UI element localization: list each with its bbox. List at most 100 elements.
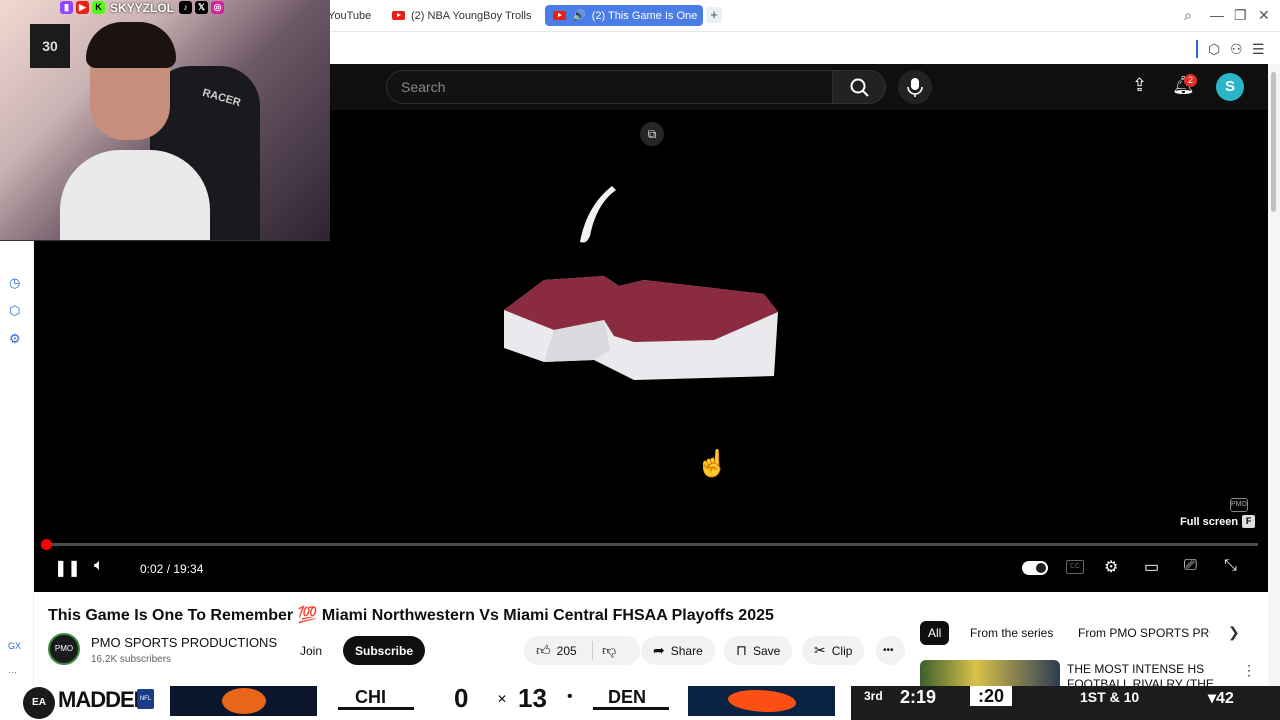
channel-watermark[interactable]: PMO [1230, 498, 1248, 512]
person-icon[interactable]: ⚇ [1230, 41, 1243, 58]
away-team: CHI [355, 687, 386, 707]
recommended-more-icon[interactable]: ⋮ [1242, 662, 1256, 679]
join-button[interactable]: Join [288, 636, 335, 665]
save-button[interactable]: ⊓ Save [724, 636, 793, 665]
tab-label: YouTube [328, 9, 372, 22]
subscribe-button[interactable]: Subscribe [343, 636, 426, 665]
menu-icon[interactable]: ☰ [1252, 41, 1265, 58]
restore-button[interactable]: ❐ [1234, 7, 1247, 24]
twitch-icon: ▮ [60, 1, 73, 14]
streamer-hair [86, 22, 176, 68]
chip-from-the-series[interactable]: From the series [970, 626, 1053, 640]
more-actions-button[interactable]: ••• [876, 636, 905, 665]
like-button[interactable]: 👍︎ 205 👎︎ [524, 636, 640, 665]
fullscreen-icon[interactable]: ⤡ [1224, 557, 1237, 575]
clip-label: Clip [831, 643, 853, 658]
voice-search-button[interactable] [898, 70, 932, 104]
social-handles: ▮ ▶ K SKYYZLOL ♪ 𝕏 ◎ [60, 0, 225, 15]
quarter: 3rd [864, 689, 883, 703]
settings-icon[interactable]: ⚙ [9, 331, 21, 347]
address-bar-divider [1196, 40, 1198, 58]
notification-count-badge: 2 [1184, 74, 1197, 87]
miniplayer-icon[interactable]: ⧉ [640, 122, 664, 146]
minimize-button[interactable]: — [1210, 7, 1224, 23]
home-team: DEN [608, 687, 647, 707]
tab-search-icon[interactable]: ⌕ [1184, 7, 1192, 24]
tab-youtube[interactable]: YouTube [328, 5, 376, 26]
account-avatar[interactable]: S [1216, 73, 1244, 101]
browser-tab-bar: YouTube (2) NBA YoungBoy Trolls 🔊 (2) Th… [328, 0, 1280, 31]
autoplay-toggle[interactable] [1022, 561, 1048, 575]
channel-name[interactable]: PMO SPORTS PRODUCTIONS [91, 635, 277, 650]
scrollbar-thumb[interactable] [1271, 72, 1276, 212]
page-scrollbar[interactable] [1268, 64, 1280, 686]
browser-sidebar: ◷ ⬡ ⚙ GX ··· [0, 241, 34, 686]
streamer-webcam: 30 RACER ▮ ▶ K SKYYZLOL ♪ 𝕏 ◎ [0, 0, 330, 241]
recommended-video-title[interactable]: THE MOST INTENSE HS FOOTBALL RIVALRY (TH… [1067, 662, 1217, 686]
scissors-icon: ✂ [814, 642, 826, 658]
tiktok-icon: ♪ [179, 1, 193, 14]
volume-icon[interactable]: 🔈︎ [94, 557, 104, 575]
bookmark-icon: ⊓ [736, 642, 747, 658]
tab-nba-youngboy[interactable]: (2) NBA YoungBoy Trolls [392, 5, 532, 26]
search-button[interactable] [832, 70, 886, 104]
away-team-underline [338, 707, 414, 710]
extensions-icon[interactable]: ⬡ [9, 303, 20, 319]
game-clock: 2:19 [900, 687, 937, 707]
save-label: Save [752, 643, 781, 658]
search-input[interactable]: Search [386, 70, 834, 104]
bears-logo-icon [222, 688, 266, 714]
chip-all[interactable]: All [920, 621, 950, 645]
captions-button[interactable]: CC [1066, 560, 1084, 574]
mouse-cursor: ☝ [696, 448, 729, 478]
settings-gear-icon[interactable]: ⚙ [1104, 557, 1118, 577]
channel-avatar[interactable]: PMO [48, 633, 80, 665]
video-frame-logo [504, 186, 778, 380]
tab-label: (2) NBA YoungBoy Trolls [411, 9, 532, 22]
fullscreen-shortcut-key: F [1242, 515, 1256, 528]
kick-icon: K [92, 1, 105, 14]
close-window-button[interactable]: ✕ [1258, 7, 1270, 24]
home-score: 13 [518, 683, 547, 713]
like-divider [592, 641, 593, 660]
home-team-underline [593, 707, 669, 710]
chevron-right-icon[interactable]: ❯ [1228, 624, 1240, 641]
broncos-logo-panel [688, 686, 835, 716]
tab-this-game-active[interactable]: 🔊 (2) This Game Is One [545, 5, 703, 26]
history-icon[interactable]: ◷ [9, 275, 20, 291]
sidebar-more[interactable]: ··· [8, 667, 17, 677]
pause-button[interactable]: ❚❚ [54, 558, 81, 578]
tab-label: (2) This Game Is One [591, 9, 698, 22]
time-display: 0:02 / 19:34 [140, 562, 204, 576]
join-label: Join [300, 643, 323, 658]
new-tab-button[interactable]: + [706, 7, 722, 23]
share-icon: ➦ [653, 642, 665, 658]
thumbs-down-icon[interactable]: 👎︎ [602, 642, 616, 659]
puzzle-icon[interactable]: ⬡ [1208, 41, 1220, 58]
possession-dot: • [567, 688, 573, 705]
bears-logo-panel [170, 686, 317, 716]
chip-from-pmo[interactable]: From PMO SPORTS PRO [1078, 626, 1210, 640]
upload-icon[interactable]: ⇪ [1132, 75, 1147, 96]
x-icon: 𝕏 [195, 1, 209, 14]
subscribe-label: Subscribe [355, 643, 414, 658]
microphone-icon [907, 78, 923, 97]
fullscreen-tooltip-text: Full screen [1180, 515, 1239, 528]
sidebar-label-gx[interactable]: GX [8, 641, 21, 651]
away-score: 0 [454, 683, 469, 713]
ball-on-yardline: ▾42 [1208, 690, 1234, 707]
recommended-video-thumbnail[interactable] [920, 660, 1060, 686]
streamer-body [60, 150, 210, 240]
progress-bar[interactable] [41, 539, 1258, 550]
jersey: 30 [30, 24, 70, 68]
share-button[interactable]: ➦ Share [641, 636, 715, 665]
theater-mode-icon[interactable]: ▭ [1144, 557, 1159, 577]
clip-button[interactable]: ✂ Clip [802, 636, 865, 665]
progress-scrubber[interactable] [41, 539, 53, 550]
nfl-logo: NFL [137, 689, 154, 709]
down-and-distance: 1ST & 10 [1080, 689, 1140, 705]
address-bar[interactable]: ⬡ ⚇ ☰ [330, 31, 1280, 64]
speaker-icon: 🔊 [572, 10, 586, 22]
cast-icon[interactable]: ⎚ [1184, 557, 1197, 575]
youtube-icon [553, 11, 566, 20]
